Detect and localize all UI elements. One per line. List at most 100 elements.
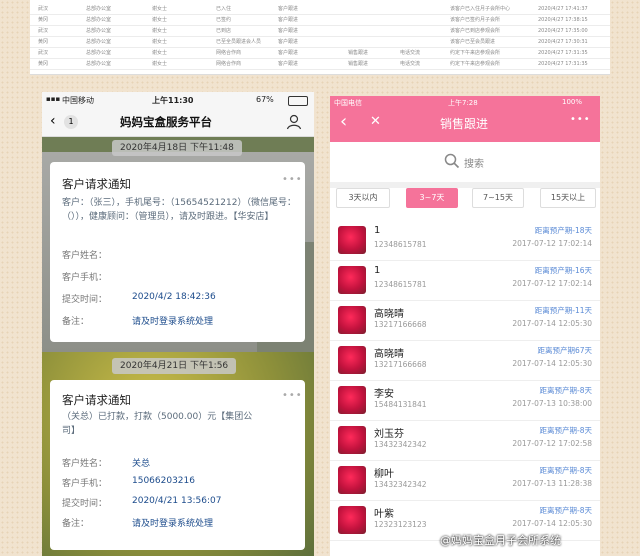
- lead-due-status: 距离预产期-8天: [539, 466, 592, 475]
- table-cell: 客户跟进: [278, 61, 299, 67]
- table-cell: 总部办公室: [86, 50, 112, 56]
- chat-nav-bar: ‹ 1 妈妈宝盒服务平台: [42, 108, 314, 137]
- lead-phone: 13217166668: [374, 360, 427, 369]
- table-cell: 黄冈: [38, 61, 49, 67]
- table-cell: 谢女士: [152, 61, 168, 67]
- lead-name: 高晓晴: [374, 349, 404, 360]
- table-cell: 约定下午来店参观会所: [450, 50, 501, 56]
- lead-list-item[interactable]: 李安 15484131841 距离预产期-8天 2017-07-13 10:38:00: [330, 380, 600, 421]
- lead-avatar: [338, 466, 366, 494]
- lead-due-status: 距离预产期67天: [537, 346, 592, 355]
- table-cell: 销售跟进: [348, 61, 369, 67]
- lead-phone: 15484131841: [374, 400, 427, 409]
- search-bar[interactable]: 搜索: [330, 142, 600, 188]
- more-options-icon[interactable]: •••: [570, 114, 591, 125]
- lead-timestamp: 2017-07-14 12:05:30: [512, 359, 592, 368]
- lead-name: 李安: [374, 389, 394, 400]
- lead-avatar: [338, 506, 366, 534]
- unread-count-badge[interactable]: 1: [64, 115, 78, 129]
- table-row: 武汉 总部办公室 谢女士 已到店 客户跟进 该客户已到店参观会所 2020/4/27 17:…: [30, 26, 610, 37]
- table-row: 黄冈 总部办公室 谢女士 已签约 客户跟进 该客户已签约月子会所 2020/4/27 17:…: [30, 15, 610, 26]
- clock-label: 上午11:30: [152, 96, 194, 105]
- lead-list-item[interactable]: 高晓晴 13217166668 距离预产期67天 2017-07-14 12:05:3…: [330, 340, 600, 381]
- lead-name: 刘玉芬: [374, 429, 404, 440]
- table-cell: 该客户已至会员跟进: [450, 39, 496, 45]
- lead-list-item[interactable]: 1 12348615781 距离预产期-18天 2017-07-12 17:02:14: [330, 220, 600, 261]
- notification-body: （关总）已打款，打款（5000.00）元【集团公司】: [62, 412, 253, 436]
- notification-body: 客户：（张三），手机尾号：（15654521212）（微信尾号：（）），健康顾问…: [62, 198, 296, 222]
- filter-tab[interactable]: 15天以上: [540, 188, 596, 208]
- lead-name: 1: [374, 225, 381, 236]
- carrier-label: 中国移动: [62, 96, 94, 105]
- lead-avatar: [338, 426, 366, 454]
- notification-title: 客户请求通知: [62, 393, 131, 407]
- table-cell: 2020/4/27 17:38:15: [538, 17, 588, 23]
- notification-card[interactable]: 客户请求通知 ••• 客户：（张三），手机尾号：（15654521212）（微信…: [50, 162, 305, 342]
- lead-phone: 13432342342: [374, 480, 427, 489]
- sales-header: 中国电信 上午7:28 100% ‹ ✕ 销售跟进 •••: [330, 96, 600, 142]
- lead-timestamp: 2017-07-14 12:05:30: [512, 319, 592, 328]
- crm-phone-screen: 中国电信 上午7:28 100% ‹ ✕ 销售跟进 ••• 搜索 3天以内 3~…: [330, 96, 600, 556]
- table-row: 武汉 总部办公室 谢女士 已入住 客户跟进 该客户已入住月子会所中心 2020/4/27 1…: [30, 4, 610, 15]
- lead-timestamp: 2017-07-12 17:02:14: [512, 239, 592, 248]
- table-cell: 黄冈: [38, 39, 49, 45]
- table-cell: 黄冈: [38, 17, 49, 23]
- field-value: 请及时登录系统处理: [132, 317, 214, 327]
- lead-name: 柳叶: [374, 469, 394, 480]
- profile-icon[interactable]: [286, 114, 302, 130]
- table-row: 武汉 总部办公室 谢女士 网络合作商 客户跟进 销售跟进 电话交流 约定下午来店参观会所 202…: [30, 48, 610, 59]
- message-date: 2020年4月18日 下午11:48: [112, 140, 242, 156]
- table-cell: 网络合作商: [216, 50, 242, 56]
- field-value: 请及时登录系统处理: [132, 519, 214, 529]
- filter-tab[interactable]: 3天以内: [336, 188, 390, 208]
- field-label: 备注：: [62, 317, 90, 327]
- table-cell: 谢女士: [152, 50, 168, 56]
- notification-card[interactable]: 客户请求通知 ••• （关总）已打款，打款（5000.00）元【集团公司】 客户…: [50, 380, 305, 550]
- lead-phone: 13432342342: [374, 440, 427, 449]
- table-row: 黄冈 总部办公室 谢女士 网络合作商 客户跟进 销售跟进 电话交流 约定下午来店参观会所 202…: [30, 59, 610, 70]
- table-cell: 已入住: [216, 6, 232, 12]
- table-cell: 客户跟进: [278, 39, 299, 45]
- back-chevron-icon[interactable]: ‹: [340, 111, 347, 132]
- lead-avatar: [338, 346, 366, 374]
- table-cell: 谢女士: [152, 28, 168, 34]
- field-label: 客户姓名：: [62, 251, 108, 261]
- more-options-icon[interactable]: •••: [282, 174, 303, 185]
- lead-list-item[interactable]: 1 12348615781 距离预产期-16天 2017-07-12 17:02:14: [330, 260, 600, 301]
- table-cell: 已至全员跟进会人员: [216, 39, 262, 45]
- table-cell: 总部办公室: [86, 61, 112, 67]
- battery-percent: 67%: [256, 95, 274, 104]
- table-cell: 武汉: [38, 28, 49, 34]
- filter-tab[interactable]: 7~15天: [472, 188, 524, 208]
- lead-name: 叶紫: [374, 509, 394, 520]
- lead-timestamp: 2017-07-12 17:02:58: [512, 439, 592, 448]
- status-bar: ▪▪▪ 中国移动 上午11:30 67%: [42, 92, 314, 108]
- lead-list-item[interactable]: 高晓晴 13217166668 距离预产期-11天 2017-07-14 12:05:…: [330, 300, 600, 341]
- more-options-icon[interactable]: •••: [282, 390, 303, 401]
- lead-name: 高晓晴: [374, 309, 404, 320]
- lead-avatar: [338, 266, 366, 294]
- table-cell: 2020/4/27 17:31:35: [538, 61, 588, 67]
- lead-phone: 12323123123: [374, 520, 427, 529]
- lead-phone: 13217166668: [374, 320, 427, 329]
- lead-list-item[interactable]: 柳叶 13432342342 距离预产期-8天 2017-07-13 11:28:38: [330, 460, 600, 501]
- lead-timestamp: 2017-07-14 12:05:30: [512, 519, 592, 528]
- table-cell: 客户跟进: [278, 50, 299, 56]
- table-cell: 该客户已到店参观会所: [450, 28, 501, 34]
- lead-list-item[interactable]: 刘玉芬 13432342342 距离预产期-8天 2017-07-12 17:02:5…: [330, 420, 600, 461]
- back-chevron-icon[interactable]: ‹: [50, 113, 56, 129]
- close-icon[interactable]: ✕: [370, 114, 381, 129]
- table-cell: 电话交流: [400, 61, 421, 67]
- table-cell: 总部办公室: [86, 39, 112, 45]
- lead-avatar: [338, 226, 366, 254]
- battery-icon: [288, 96, 308, 106]
- filter-tab-active[interactable]: 3~7天: [406, 188, 458, 208]
- search-placeholder: 搜索: [464, 159, 484, 170]
- table-cell: 谢女士: [152, 39, 168, 45]
- table-cell: 2020/4/27 17:31:35: [538, 50, 588, 56]
- lead-avatar: [338, 386, 366, 414]
- records-table: 武汉 总部办公室 谢女士 已入住 客户跟进 该客户已入住月子会所中心 2020/4/27 1…: [30, 0, 610, 75]
- table-cell: 谢女士: [152, 17, 168, 23]
- page-title: 销售跟进: [440, 117, 489, 131]
- table-cell: 销售跟进: [348, 50, 369, 56]
